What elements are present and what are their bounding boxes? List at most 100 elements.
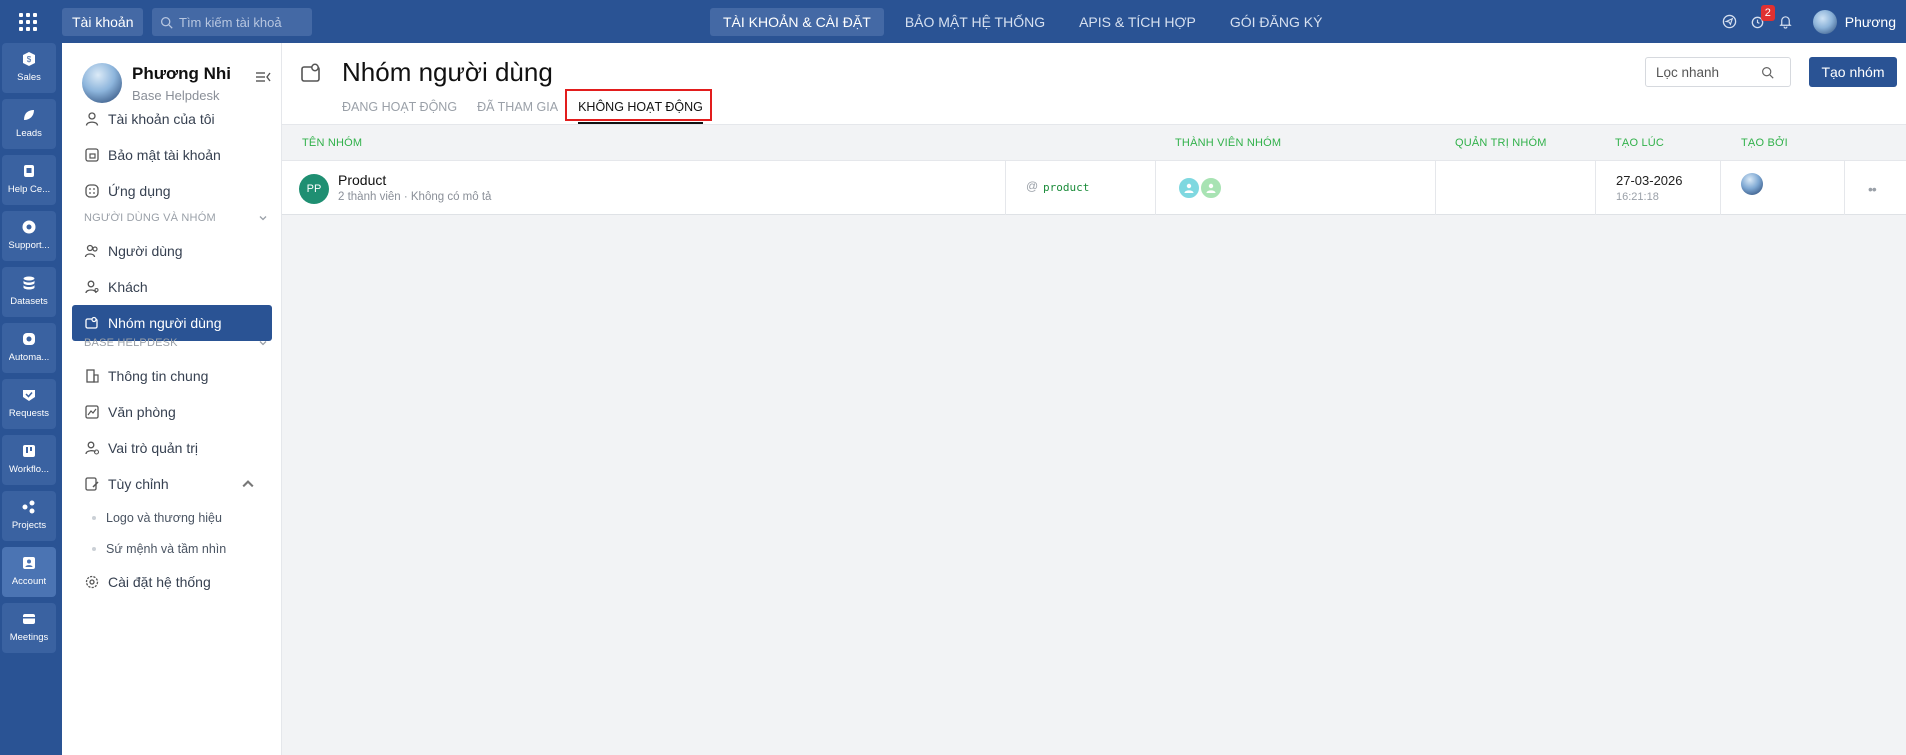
profile-name: Phương Nhi xyxy=(132,63,231,83)
quick-filter[interactable] xyxy=(1645,57,1791,87)
menu-item-office[interactable]: Văn phòng xyxy=(72,394,272,430)
rail-item-projects[interactable]: Projects xyxy=(2,491,56,541)
top-nav: TÀI KHOẢN & CÀI ĐẶT BẢO MẬT HỆ THỐNG API… xyxy=(710,8,1343,36)
profile-block: Phương Nhi Base Helpdesk xyxy=(82,63,231,103)
projects-icon xyxy=(22,500,35,514)
menu-sub-mission-vision[interactable]: Sứ mệnh và tầm nhìn xyxy=(72,533,272,564)
user-icon xyxy=(1206,183,1216,193)
notification-badge: 2 xyxy=(1760,4,1775,21)
user-name[interactable]: Phương xyxy=(1845,14,1896,30)
user-group-icon xyxy=(301,63,320,82)
user-icon xyxy=(85,112,99,126)
gear-icon xyxy=(85,575,99,589)
group-name[interactable]: Product xyxy=(338,172,386,188)
page-header: Nhóm người dùng ĐANG HOẠT ĐỘNG ĐÃ THAM G… xyxy=(282,43,1906,125)
column-header-group-name[interactable]: TÊN NHÓM xyxy=(302,137,362,149)
top-tab-account-settings[interactable]: TÀI KHOẢN & CÀI ĐẶT xyxy=(710,8,884,36)
chevron-down-icon xyxy=(259,216,267,221)
menu-item-system-settings[interactable]: Cài đặt hệ thống xyxy=(72,564,272,600)
creator-avatar[interactable] xyxy=(1741,173,1763,195)
group-avatar: PP xyxy=(299,174,329,204)
column-header-admins[interactable]: QUẢN TRỊ NHÓM xyxy=(1455,137,1547,149)
user-avatar[interactable] xyxy=(1812,9,1837,34)
menu-top: Tài khoản của tôi Bảo mật tài khoản Ứng … xyxy=(72,101,272,209)
database-icon xyxy=(23,276,35,290)
rail-item-support[interactable]: Support... xyxy=(2,211,56,261)
mention-icon: @ xyxy=(1026,179,1039,193)
guests-icon xyxy=(85,280,99,294)
menu-item-general-info[interactable]: Thông tin chung xyxy=(72,358,272,394)
bell-icon[interactable] xyxy=(1777,13,1795,31)
office-icon xyxy=(85,405,99,419)
leads-icon xyxy=(24,110,34,120)
customize-icon xyxy=(85,477,99,491)
menu-item-my-account[interactable]: Tài khoản của tôi xyxy=(72,101,272,137)
menu-item-customize[interactable]: Tùy chỉnh xyxy=(72,466,272,502)
more-actions-icon[interactable]: •• xyxy=(1868,181,1877,197)
settings-sidebar: Phương Nhi Base Helpdesk Tài khoản của t… xyxy=(62,43,282,755)
building-icon xyxy=(86,369,99,383)
created-date: 27-03-2026 xyxy=(1616,173,1683,188)
apps-grid-icon[interactable] xyxy=(14,10,42,34)
rail-item-automation[interactable]: Automa... xyxy=(2,323,56,373)
tab-active-groups[interactable]: ĐANG HOẠT ĐỘNG xyxy=(342,95,457,125)
automation-icon xyxy=(23,333,35,345)
menu-item-users[interactable]: Người dùng xyxy=(72,233,272,269)
rail-item-meetings[interactable]: Meetings xyxy=(2,603,56,653)
send-icon[interactable] xyxy=(1721,13,1739,31)
column-header-created-by[interactable]: TẠO BỞI xyxy=(1741,137,1788,149)
section-base-helpdesk[interactable]: BASE HELPDESK xyxy=(72,328,272,358)
column-header-created-at[interactable]: TẠO LÚC xyxy=(1615,137,1664,149)
account-button[interactable]: Tài khoản xyxy=(62,8,144,36)
table-header: TÊN NHÓM THÀNH VIÊN NHÓM QUẢN TRỊ NHÓM T… xyxy=(282,126,1906,161)
meetings-icon xyxy=(23,614,35,624)
collapse-sidebar-icon[interactable] xyxy=(254,68,272,86)
top-tab-apis[interactable]: APIS & TÍCH HỢP xyxy=(1066,8,1209,36)
rail-item-workflow[interactable]: Workflo... xyxy=(2,435,56,485)
menu-users-section: NGƯỜI DÙNG VÀ NHÓM Người dùng Khách Nhóm… xyxy=(72,203,272,341)
search-icon[interactable] xyxy=(1761,66,1774,79)
top-search[interactable] xyxy=(152,8,312,36)
rail-item-sales[interactable]: $ Sales xyxy=(2,43,56,93)
search-icon xyxy=(160,16,173,29)
rail-item-account[interactable]: Account xyxy=(2,547,56,597)
chevron-up-icon xyxy=(242,480,254,488)
profile-avatar xyxy=(82,63,122,103)
user-icon xyxy=(1184,183,1194,193)
menu-item-account-security[interactable]: Bảo mật tài khoản xyxy=(72,137,272,173)
top-tab-subscription[interactable]: GÓI ĐĂNG KÝ xyxy=(1217,8,1336,36)
top-search-input[interactable] xyxy=(179,14,304,30)
top-tab-system-security[interactable]: BẢO MẬT HỆ THỐNG xyxy=(892,8,1058,36)
help-center-icon xyxy=(24,165,34,177)
menu-helpdesk-section: BASE HELPDESK Thông tin chung Văn phòng … xyxy=(72,328,272,600)
menu-sub-logo-brand[interactable]: Logo và thương hiệu xyxy=(72,502,272,533)
security-icon xyxy=(85,148,99,162)
highlight-box xyxy=(565,89,712,121)
quick-filter-input[interactable] xyxy=(1656,64,1761,80)
group-meta: 2 thành viên · Không có mô tả xyxy=(338,191,492,203)
account-icon xyxy=(23,557,35,569)
requests-icon xyxy=(23,390,35,401)
tab-joined-groups[interactable]: ĐÃ THAM GIA xyxy=(477,95,558,125)
member-avatar[interactable] xyxy=(1199,176,1223,200)
rail-item-help-center[interactable]: Help Ce... xyxy=(2,155,56,205)
app-rail: $ Sales Leads Help Ce... Support... Data… xyxy=(0,43,62,755)
table-row[interactable]: PP Product 2 thành viên · Không có mô tả… xyxy=(282,161,1906,215)
menu-item-guests[interactable]: Khách xyxy=(72,269,272,305)
svg-text:$: $ xyxy=(27,55,32,64)
menu-item-admin-roles[interactable]: Vai trò quản trị xyxy=(72,430,272,466)
rail-item-datasets[interactable]: Datasets xyxy=(2,267,56,317)
section-users-groups[interactable]: NGƯỜI DÙNG VÀ NHÓM xyxy=(72,203,272,233)
create-group-button[interactable]: Tạo nhóm xyxy=(1809,57,1897,87)
alarm-icon[interactable]: 2 xyxy=(1749,4,1775,31)
workflow-icon xyxy=(23,445,35,457)
column-header-members[interactable]: THÀNH VIÊN NHÓM xyxy=(1175,137,1281,149)
member-avatar[interactable] xyxy=(1177,176,1201,200)
rail-item-requests[interactable]: Requests xyxy=(2,379,56,429)
rail-item-leads[interactable]: Leads xyxy=(2,99,56,149)
created-time: 16:21:18 xyxy=(1616,191,1659,203)
main-content: Nhóm người dùng ĐANG HOẠT ĐỘNG ĐÃ THAM G… xyxy=(282,43,1906,755)
apps-icon xyxy=(85,184,99,198)
users-icon xyxy=(84,244,98,258)
sales-icon: $ xyxy=(23,52,35,66)
